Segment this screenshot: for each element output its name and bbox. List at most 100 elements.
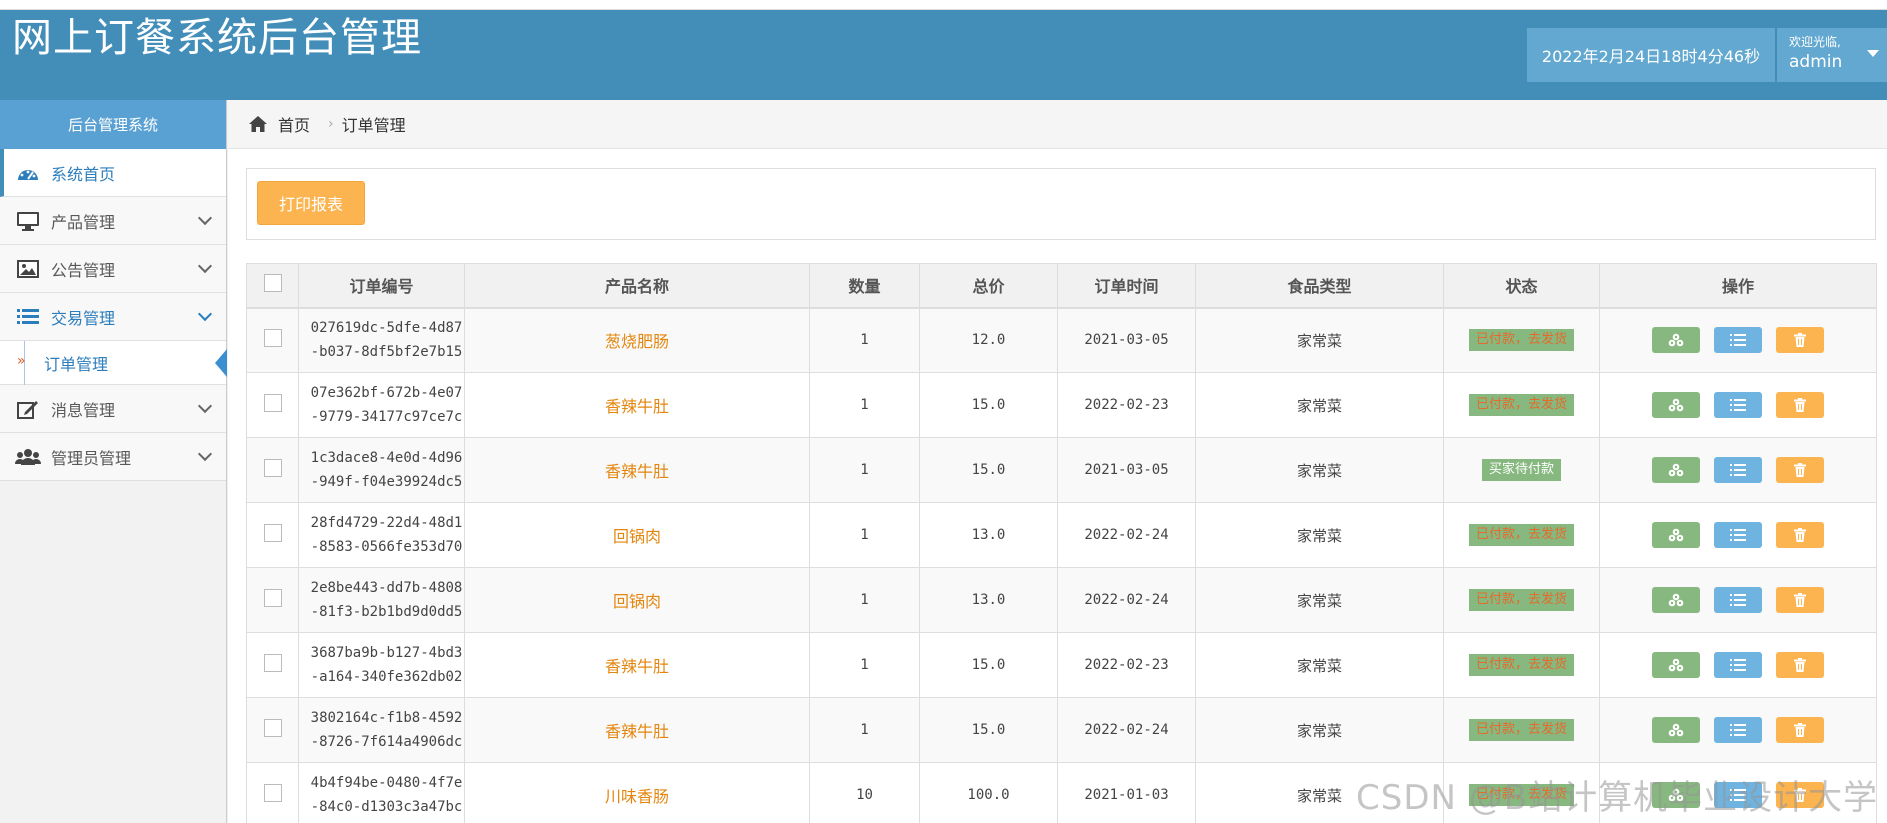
detail-button[interactable] <box>1714 587 1762 613</box>
product-name: 回锅肉 <box>612 592 661 611</box>
view-icon <box>1667 398 1685 412</box>
view-button[interactable] <box>1652 522 1700 548</box>
total-price-cell: 15.0 <box>919 372 1058 438</box>
status-badge[interactable]: 已付款，去发货 <box>1468 524 1574 546</box>
detail-button[interactable] <box>1714 392 1762 418</box>
chevron-down-icon <box>197 210 213 226</box>
row-select-cell <box>246 762 299 823</box>
view-button[interactable] <box>1652 457 1700 483</box>
sidebar-subitem-orders[interactable]: » 订单管理 <box>0 341 227 385</box>
view-button[interactable] <box>1652 652 1700 678</box>
chevron-down-icon <box>197 306 213 322</box>
quantity-cell: 1 <box>809 567 920 633</box>
breadcrumb-separator: › <box>328 116 334 132</box>
view-button[interactable] <box>1652 392 1700 418</box>
status-badge[interactable]: 已付款，去发货 <box>1468 329 1574 352</box>
active-indicator-icon <box>215 349 227 377</box>
select-all-cell <box>246 263 299 309</box>
view-button[interactable] <box>1652 717 1700 743</box>
product-name-cell: 回锅肉 <box>464 502 810 568</box>
user-menu[interactable]: 欢迎光临, admin <box>1777 28 1887 82</box>
product-name-cell: 香辣牛肚 <box>464 372 810 438</box>
list-icon <box>15 306 41 328</box>
sidebar-item-trades[interactable]: 交易管理 <box>0 293 226 341</box>
detail-button[interactable] <box>1714 717 1762 743</box>
select-all-checkbox[interactable] <box>263 274 282 293</box>
status-badge[interactable]: 已付款，去发货 <box>1468 719 1574 741</box>
delete-button[interactable] <box>1776 587 1824 613</box>
product-name: 香辣牛肚 <box>604 462 669 481</box>
print-report-button[interactable]: 打印报表 <box>257 181 365 225</box>
order-id-cell: 3687ba9b-b127-4bd3 -a164-340fe362db02 <box>298 632 465 698</box>
status-cell: 已付款，去发货 <box>1443 502 1600 568</box>
order-id-cell: 1c3dace8-4e0d-4d96 -949f-f04e39924dc5 <box>298 437 465 503</box>
sidebar-subitem-label: 订单管理 <box>44 354 109 374</box>
caret-down-icon <box>1867 50 1879 57</box>
orders-table-body: 027619dc-5dfe-4d87 -b037-8df5bf2e7b15 葱烧肥肠… <box>246 307 1877 823</box>
order-date-cell: 2022-02-23 <box>1057 372 1196 438</box>
status-badge[interactable]: 已付款，去发货 <box>1468 589 1574 611</box>
table-row: 3802164c-f1b8-4592 -8726-7f614a4906dc 香辣牛肚… <box>246 697 1877 763</box>
delete-button[interactable] <box>1776 717 1824 743</box>
sidebar-item-notices[interactable]: 公告管理 <box>0 245 226 293</box>
order-id-part2: -949f-f04e39924dc5 <box>310 474 463 490</box>
row-checkbox[interactable] <box>263 394 282 412</box>
order-date-cell: 2022-02-24 <box>1057 502 1196 568</box>
sidebar-item-messages[interactable]: 消息管理 <box>0 385 226 433</box>
row-checkbox[interactable] <box>263 459 282 477</box>
trash-icon <box>1794 528 1806 542</box>
row-checkbox[interactable] <box>263 589 282 607</box>
detail-button[interactable] <box>1714 522 1762 548</box>
view-icon <box>1667 528 1685 542</box>
sidebar-item-admins[interactable]: 管理员管理 <box>0 433 226 481</box>
order-id-part2: -9779-34177c97ce7c <box>310 409 463 425</box>
row-checkbox[interactable] <box>263 784 282 802</box>
sidebar-item-products[interactable]: 产品管理 <box>0 197 226 245</box>
row-checkbox[interactable] <box>263 719 282 737</box>
app-header: 网上订餐系统后台管理 2022年2月24日18时4分46秒 欢迎光临, admi… <box>0 10 1887 100</box>
sidebar-title: 后台管理系统 <box>0 100 226 149</box>
sidebar-item-home[interactable]: 系统首页 <box>0 149 226 197</box>
food-type-cell: 家常菜 <box>1195 372 1444 438</box>
detail-button[interactable] <box>1714 327 1762 354</box>
product-name-cell: 葱烧肥肠 <box>464 307 810 373</box>
order-id-cell: 07e362bf-672b-4e07 -9779-34177c97ce7c <box>298 372 465 438</box>
food-type-cell: 家常菜 <box>1195 502 1444 568</box>
order-date-cell: 2021-03-05 <box>1057 437 1196 503</box>
delete-button[interactable] <box>1776 522 1824 548</box>
desktop-icon <box>15 210 41 232</box>
breadcrumb-home: 首页 <box>278 116 311 135</box>
table-row: 07e362bf-672b-4e07 -9779-34177c97ce7c 香辣牛肚… <box>246 372 1877 438</box>
row-checkbox[interactable] <box>263 329 282 348</box>
row-actions <box>1600 717 1876 743</box>
delete-button[interactable] <box>1776 457 1824 483</box>
app-title: 网上订餐系统后台管理 <box>12 15 422 61</box>
actions-cell <box>1599 567 1877 633</box>
order-id-part1: 3687ba9b-b127-4bd3 <box>310 645 463 661</box>
delete-button[interactable] <box>1776 327 1824 354</box>
order-id-part2: -a164-340fe362db02 <box>310 669 463 685</box>
row-checkbox[interactable] <box>263 524 282 542</box>
column-header: 订单时间 <box>1057 263 1196 309</box>
row-checkbox[interactable] <box>263 654 282 672</box>
row-select-cell <box>246 372 299 438</box>
breadcrumb-home-link[interactable]: 首页 <box>248 112 310 136</box>
detail-button[interactable] <box>1714 652 1762 678</box>
column-header: 食品类型 <box>1195 263 1444 309</box>
order-id-cell: 027619dc-5dfe-4d87 -b037-8df5bf2e7b15 <box>298 307 465 373</box>
view-button[interactable] <box>1652 587 1700 613</box>
status-badge[interactable]: 已付款，去发货 <box>1468 654 1574 676</box>
detail-list-icon <box>1730 659 1746 671</box>
status-badge[interactable]: 买家待付款 <box>1481 459 1561 481</box>
detail-button[interactable] <box>1714 457 1762 483</box>
sidebar-item-label: 消息管理 <box>51 400 116 420</box>
view-button[interactable] <box>1652 327 1700 354</box>
double-arrow-icon: » <box>17 353 26 369</box>
order-id-part1: 2e8be443-dd7b-4808 <box>310 580 463 596</box>
browser-top-strip <box>0 0 1887 10</box>
status-badge[interactable]: 已付款，去发货 <box>1468 394 1574 416</box>
column-header: 数量 <box>809 263 920 309</box>
order-id-part1: 027619dc-5dfe-4d87 <box>310 320 463 337</box>
delete-button[interactable] <box>1776 652 1824 678</box>
delete-button[interactable] <box>1776 392 1824 418</box>
